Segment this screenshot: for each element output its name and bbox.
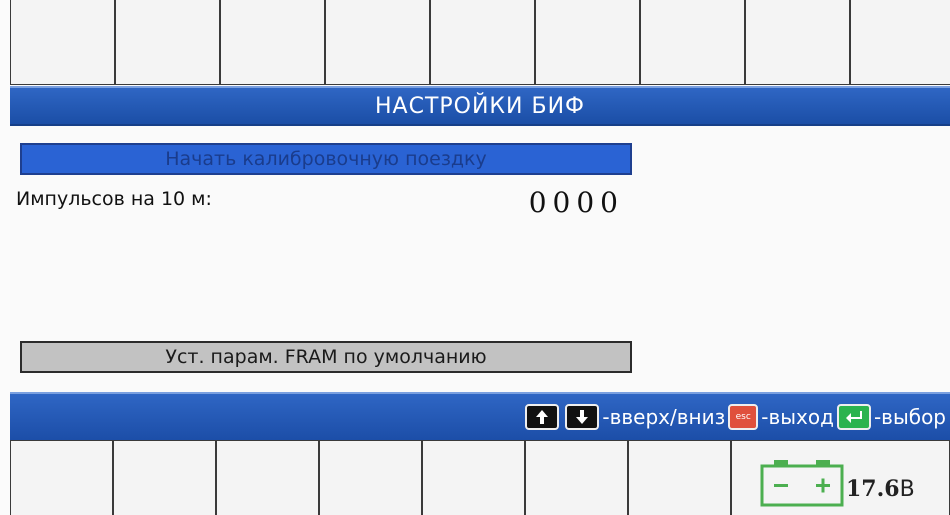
battery-voltage-unit: В xyxy=(899,477,915,502)
arrow-down-icon xyxy=(565,404,600,430)
softkey-top-7[interactable] xyxy=(640,0,745,85)
softkey-top-9[interactable] xyxy=(850,0,950,85)
softkey-bottom-5[interactable] xyxy=(422,440,525,515)
softkey-bottom-6[interactable] xyxy=(525,440,628,515)
battery-voltage: 17.6В xyxy=(846,476,915,502)
battery-icon xyxy=(760,460,844,507)
softkey-bottom-3[interactable] xyxy=(216,440,319,515)
softkey-top-4[interactable] xyxy=(325,0,430,85)
page-title: НАСТРОЙКИ БИФ xyxy=(375,93,585,119)
settings-panel: Начать калибровочную поездку Импульсов н… xyxy=(10,126,950,392)
softkey-top-6[interactable] xyxy=(535,0,640,85)
default-fram-label: Уст. парам. FRAM по умолчанию xyxy=(165,346,487,368)
top-softkey-row xyxy=(10,0,950,86)
softkey-top-1[interactable] xyxy=(10,0,115,85)
softkey-bottom-2[interactable] xyxy=(113,440,216,515)
softkey-bottom-1[interactable] xyxy=(10,440,113,515)
pulses-value[interactable]: 0000 xyxy=(529,186,624,219)
device-screen: НАСТРОЙКИ БИФ Начать калибровочную поезд… xyxy=(0,0,950,515)
select-hint-text: -выбор xyxy=(873,405,946,429)
start-calibration-label: Начать калибровочную поездку xyxy=(165,148,487,170)
softkey-bottom-4[interactable] xyxy=(319,440,422,515)
pulses-label: Импульсов на 10 м: xyxy=(16,188,212,210)
softkey-top-5[interactable] xyxy=(430,0,535,85)
updown-hint-text: -вверх/вниз xyxy=(602,405,726,429)
battery-voltage-value: 17.6 xyxy=(846,476,900,502)
softkey-top-8[interactable] xyxy=(745,0,850,85)
esc-key-label: esc xyxy=(735,412,751,422)
softkey-top-2[interactable] xyxy=(115,0,220,85)
softkey-top-3[interactable] xyxy=(220,0,325,85)
softkey-bottom-7[interactable] xyxy=(628,440,731,515)
enter-icon xyxy=(836,404,871,430)
default-fram-button[interactable]: Уст. парам. FRAM по умолчанию xyxy=(20,341,632,373)
esc-key-icon: esc xyxy=(728,404,759,430)
start-calibration-button[interactable]: Начать калибровочную поездку xyxy=(20,143,632,175)
title-bar: НАСТРОЙКИ БИФ xyxy=(10,86,950,126)
arrow-up-icon xyxy=(525,404,560,430)
exit-hint-text: -выход xyxy=(761,405,834,429)
key-hint-bar: -вверх/вниз esc -выход -выбор xyxy=(10,392,950,440)
